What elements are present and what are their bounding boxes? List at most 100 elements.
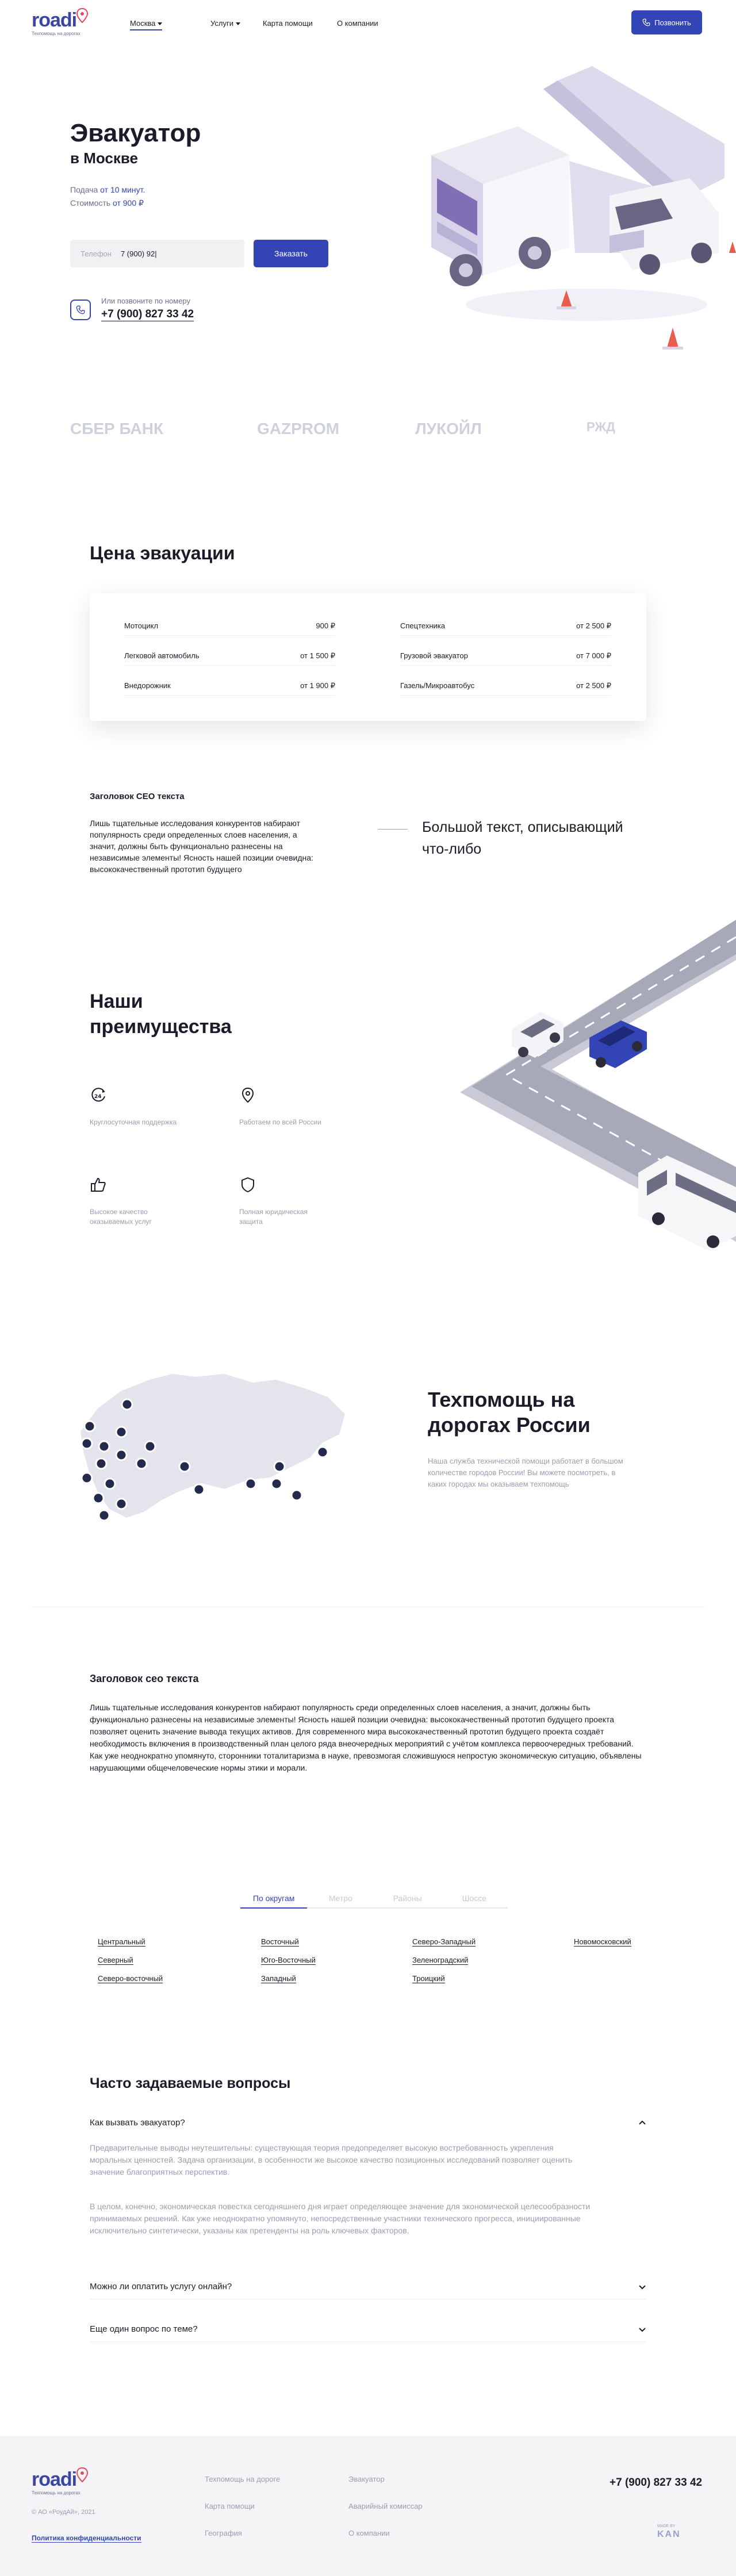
techhelp-title: Техпомощь на дорогах России <box>428 1388 591 1437</box>
district-link[interactable]: Северо-Западный <box>412 1937 476 1947</box>
city-marker[interactable] <box>290 1489 303 1502</box>
price-card: Мотоцикл 900 ₽ Легковой автомобиль от 1 50… <box>90 593 646 721</box>
city-marker[interactable] <box>115 1426 128 1438</box>
footer-link[interactable]: Эвакуатор <box>348 2475 385 2483</box>
district-link[interactable]: Центральный <box>98 1937 145 1947</box>
chevron-down-icon <box>235 22 240 26</box>
price-name: Спецтехника <box>400 621 445 630</box>
district-link[interactable]: Зеленоградский <box>412 1956 469 1965</box>
hero-cost: Стоимость от 900 ₽ <box>70 198 144 208</box>
city-marker[interactable] <box>95 1457 108 1470</box>
price-row: Грузовой эвакуатор от 7 000 ₽ <box>400 646 611 666</box>
price-row: Внедорожник от 1 900 ₽ <box>124 676 335 696</box>
privacy-link[interactable]: Политика конфиденциальности <box>32 2534 141 2543</box>
seo2-title: Заголовок сео текста <box>90 1673 199 1684</box>
footer-link[interactable]: О компании <box>348 2529 390 2537</box>
tab-districts[interactable]: По округам <box>240 1889 308 1909</box>
city-marker[interactable] <box>121 1398 133 1411</box>
city-marker[interactable] <box>273 1460 286 1473</box>
district-link[interactable]: Северо-восточный <box>98 1974 163 1983</box>
footer-link[interactable]: Аварийный комиссар <box>348 2502 423 2510</box>
call-hint: Или позвоните по номеру <box>101 297 191 305</box>
logo-pin-icon <box>76 2467 89 2482</box>
city-selector[interactable]: Москва <box>130 19 163 30</box>
footer-link[interactable]: Техпомощь на дороге <box>205 2475 280 2483</box>
call-icon-box[interactable] <box>70 300 91 320</box>
cost-label: Стоимость <box>70 198 111 208</box>
call-button[interactable]: Позвонить <box>631 10 702 34</box>
divider-dash <box>378 829 408 830</box>
call-button-label: Позвонить <box>654 18 691 27</box>
faq-answer: Предварительные выводы неутешительны: су… <box>90 2143 573 2176</box>
tab-metro[interactable]: Метро <box>307 1889 374 1907</box>
district-link[interactable]: Троицкий <box>412 1974 445 1983</box>
faq-question[interactable]: Еще один вопрос по теме? <box>90 2317 646 2342</box>
city-marker[interactable] <box>115 1498 128 1510</box>
advantages-title: Наши преимущества <box>90 991 232 1038</box>
city-marker[interactable] <box>80 1437 93 1450</box>
clock-24-icon: 24 <box>91 1088 105 1102</box>
price-title: Цена эвакуации <box>90 543 235 563</box>
footer-link[interactable]: Карта помощи <box>205 2502 255 2510</box>
nav-about[interactable]: О компании <box>337 19 378 28</box>
price-name: Газель/Микроавтобус <box>400 681 475 690</box>
nav-services-label: Услуги <box>210 19 233 28</box>
faq-question-text: Еще один вопрос по теме? <box>90 2324 198 2334</box>
city-marker[interactable] <box>316 1446 329 1458</box>
footer-logo[interactable]: roadi Техпомощь на дорогах <box>32 2467 95 2496</box>
city-marker[interactable] <box>83 1420 96 1433</box>
made-by-logo[interactable]: KAN <box>657 2529 681 2540</box>
city-marker[interactable] <box>244 1477 257 1490</box>
call-number-link[interactable]: +7 (900) 827 33 42 <box>101 308 194 321</box>
price-value: от 7 000 ₽ <box>576 651 611 660</box>
chevron-up-icon <box>639 2120 646 2125</box>
district-link[interactable]: Северный <box>98 1956 133 1965</box>
chevron-down-icon <box>639 2327 646 2332</box>
phone-input[interactable]: Телефон 7 (900) 92| <box>70 240 244 267</box>
city-marker[interactable] <box>178 1460 191 1473</box>
price-name: Грузовой эвакуатор <box>400 651 468 660</box>
partner-logo-lukoil: ЛУКОЙЛ <box>415 420 482 437</box>
district-link[interactable]: Восточный <box>261 1937 299 1947</box>
logo[interactable]: roadi Техпомощь на дорогах <box>32 8 95 37</box>
city-marker[interactable] <box>144 1440 156 1453</box>
city-marker[interactable] <box>80 1472 93 1484</box>
district-link[interactable]: Юго-Восточный <box>261 1956 316 1965</box>
faq-question[interactable]: Как вызвать эвакуатор? <box>90 2110 646 2135</box>
city-marker[interactable] <box>92 1492 105 1504</box>
price-value: от 2 500 ₽ <box>576 621 611 630</box>
faq-question[interactable]: Можно ли оплатить услугу онлайн? <box>90 2274 646 2299</box>
city-marker[interactable] <box>115 1449 128 1461</box>
site-header: roadi Техпомощь на дорогах Москва Услуги… <box>0 0 736 46</box>
made-by-label: MADE BY <box>657 2524 676 2528</box>
tab-highways[interactable]: Шоссе <box>441 1889 508 1907</box>
footer-link[interactable]: География <box>205 2529 242 2537</box>
partner-logo-rzd: РЖД <box>586 420 615 434</box>
price-row: Легковой автомобиль от 1 500 ₽ <box>124 646 335 666</box>
city-marker[interactable] <box>135 1457 148 1470</box>
partner-logo-gazprom: GAZPROM <box>257 420 340 437</box>
tab-areas[interactable]: Районы <box>374 1889 441 1907</box>
price-name: Легковой автомобиль <box>124 651 200 660</box>
order-button[interactable]: Заказать <box>254 240 328 267</box>
city-marker[interactable] <box>103 1477 116 1490</box>
copyright: © АО «РоудАй», 2021 <box>32 2509 95 2516</box>
faq-answer: В целом, конечно, экономическая повестка… <box>90 2202 591 2235</box>
phone-icon <box>642 18 650 26</box>
logo-subtitle: Техпомощь на дорогах <box>32 31 80 36</box>
nav-services[interactable]: Услуги <box>210 19 240 28</box>
city-marker[interactable] <box>193 1483 205 1496</box>
tow-truck-illustration <box>431 66 736 350</box>
footer-phone[interactable]: +7 (900) 827 33 42 <box>610 2477 702 2489</box>
nav-help-map[interactable]: Карта помощи <box>263 19 313 28</box>
delivery-label: Подача <box>70 185 98 194</box>
logo-word: roadi <box>32 9 77 31</box>
city-marker[interactable] <box>98 1509 110 1522</box>
advantage-text: Высокое качество оказываемых услуг <box>90 1208 152 1226</box>
price-value: от 1 900 ₽ <box>300 681 335 690</box>
city-marker[interactable] <box>270 1477 283 1490</box>
thumbs-up-icon <box>91 1177 106 1192</box>
district-link[interactable]: Западный <box>261 1974 296 1983</box>
district-link[interactable]: Новомосковский <box>574 1937 631 1947</box>
city-marker[interactable] <box>98 1440 110 1453</box>
